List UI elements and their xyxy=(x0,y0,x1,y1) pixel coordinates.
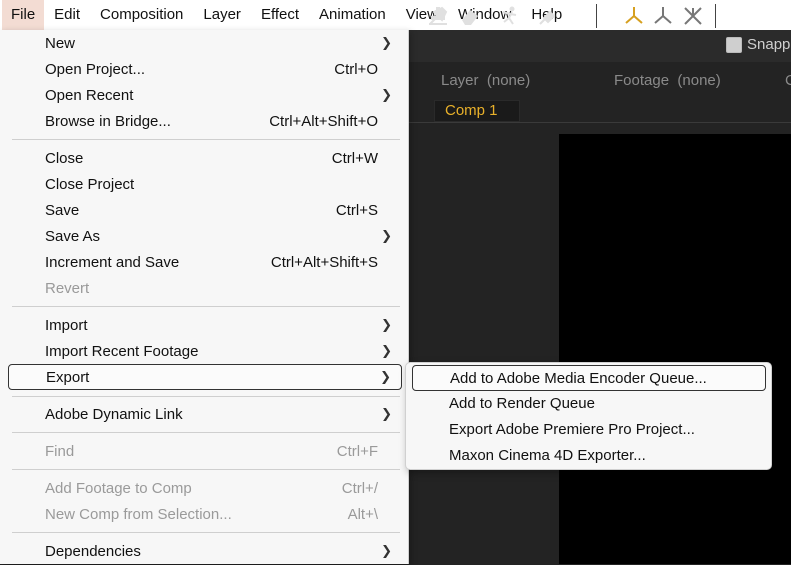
shortcut: Ctrl+W xyxy=(331,150,378,167)
shortcut: Ctrl+/ xyxy=(341,480,378,497)
menu-item-open-project[interactable]: Open Project... Ctrl+O xyxy=(8,57,402,83)
shortcut: Ctrl+Alt+Shift+O xyxy=(269,113,378,130)
axis-view-icon[interactable] xyxy=(681,4,705,28)
menu-layer[interactable]: Layer xyxy=(193,0,251,30)
snapping-label: Snappi xyxy=(747,36,791,53)
menu-item-export[interactable]: Export ❯ xyxy=(8,364,402,390)
shortcut: Ctrl+S xyxy=(335,202,378,219)
snapping-checkbox[interactable] xyxy=(726,37,742,53)
submenu-item-cinema4d[interactable]: Maxon Cinema 4D Exporter... xyxy=(412,443,766,469)
menu-separator xyxy=(12,306,400,307)
menu-item-add-footage[interactable]: Add Footage to Comp Ctrl+/ xyxy=(8,476,402,502)
menu-separator xyxy=(12,432,400,433)
menu-item-save-as[interactable]: Save As ❯ xyxy=(8,224,402,250)
menu-item-revert[interactable]: Revert xyxy=(8,276,402,302)
shortcut: Ctrl+O xyxy=(334,61,378,78)
menu-separator xyxy=(12,139,400,140)
menu-animation[interactable]: Animation xyxy=(309,0,396,30)
footage-label: Footage xyxy=(614,72,670,89)
shortcut: Ctrl+Alt+Shift+S xyxy=(270,254,378,271)
menu-separator xyxy=(12,396,400,397)
chevron-right-icon: ❯ xyxy=(381,35,392,50)
axis-local-icon[interactable] xyxy=(622,4,646,28)
chevron-right-icon: ❯ xyxy=(381,317,392,332)
footage-panel-label[interactable]: Footage (none) xyxy=(614,72,721,89)
menu-item-import[interactable]: Import ❯ xyxy=(8,313,402,339)
menu-separator xyxy=(12,532,400,533)
menu-item-save[interactable]: Save Ctrl+S xyxy=(8,198,402,224)
submenu-item-premiere-export[interactable]: Export Adobe Premiere Pro Project... xyxy=(412,417,766,443)
composition-viewer[interactable] xyxy=(559,134,791,564)
eraser-icon[interactable] xyxy=(458,4,482,28)
axis-world-icon[interactable] xyxy=(651,4,675,28)
menu-item-import-recent[interactable]: Import Recent Footage ❯ xyxy=(8,339,402,365)
menu-item-close[interactable]: Close Ctrl+W xyxy=(8,146,402,172)
panel-edge-label: C xyxy=(785,72,791,89)
menu-item-increment-save[interactable]: Increment and Save Ctrl+Alt+Shift+S xyxy=(8,250,402,276)
footage-value: (none) xyxy=(677,72,721,89)
chevron-right-icon: ❯ xyxy=(381,87,392,102)
submenu-item-ame-queue[interactable]: Add to Adobe Media Encoder Queue... xyxy=(412,365,766,391)
menu-file[interactable]: File xyxy=(2,0,45,30)
menu-separator xyxy=(12,469,400,470)
submenu-item-render-queue[interactable]: Add to Render Queue xyxy=(412,391,766,417)
shortcut: Ctrl+F xyxy=(336,443,378,460)
menu-item-find[interactable]: Find Ctrl+F xyxy=(8,439,402,465)
layer-label: Layer xyxy=(441,72,479,89)
chevron-right-icon: ❯ xyxy=(381,543,392,558)
menu-item-browse-bridge[interactable]: Browse in Bridge... Ctrl+Alt+Shift+O xyxy=(8,109,402,135)
export-submenu: Add to Adobe Media Encoder Queue... Add … xyxy=(405,362,772,470)
puppet-tool-icon[interactable] xyxy=(497,4,521,28)
menu-item-dependencies[interactable]: Dependencies ❯ xyxy=(8,539,402,565)
comp-tab-label: Comp 1 xyxy=(445,102,498,119)
menu-item-new[interactable]: New ❯ xyxy=(8,31,402,57)
menu-item-dynamic-link[interactable]: Adobe Dynamic Link ❯ xyxy=(8,402,402,428)
menu-item-new-comp-selection[interactable]: New Comp from Selection... Alt+\ xyxy=(8,502,402,528)
comp-tab[interactable]: Comp 1 xyxy=(434,100,520,122)
chevron-right-icon: ❯ xyxy=(380,369,391,384)
toolbar-separator xyxy=(715,4,716,28)
shortcut: Alt+\ xyxy=(347,506,378,523)
menu-composition[interactable]: Composition xyxy=(90,0,193,30)
menu-item-open-recent[interactable]: Open Recent ❯ xyxy=(8,83,402,109)
chevron-right-icon: ❯ xyxy=(381,228,392,243)
pin-icon[interactable] xyxy=(536,4,560,28)
toolbar-separator xyxy=(596,4,597,28)
layer-value: (none) xyxy=(486,72,531,89)
clone-stamp-icon[interactable] xyxy=(426,4,450,28)
chevron-right-icon: ❯ xyxy=(381,406,392,421)
menu-item-close-project[interactable]: Close Project xyxy=(8,172,402,198)
menu-edit[interactable]: Edit xyxy=(44,0,90,30)
menu-effect[interactable]: Effect xyxy=(251,0,309,30)
file-menu: New ❯ Open Project... Ctrl+O Open Recent… xyxy=(0,30,409,564)
chevron-right-icon: ❯ xyxy=(381,343,392,358)
layer-panel-label[interactable]: Layer (none) xyxy=(441,72,530,89)
